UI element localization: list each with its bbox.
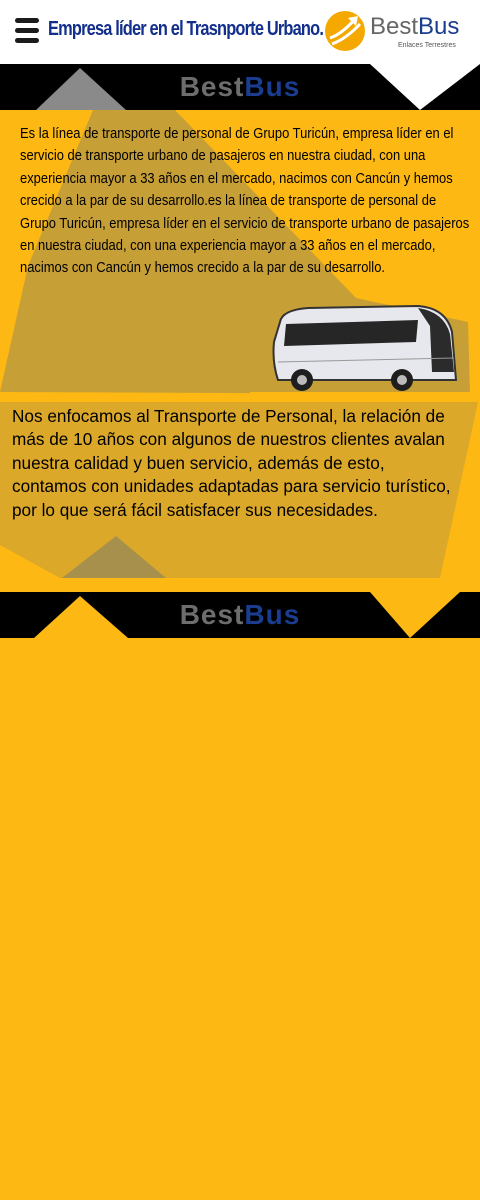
intro-paragraph: Es la línea de transporte de personal de… [20,126,470,277]
logo-emblem-icon [325,11,365,51]
logo-subtitle: Enlaces Terrestres [398,42,456,49]
hamburger-menu-icon[interactable] [15,18,39,44]
bestbus-logo[interactable]: BestBus Enlaces Terrestres [322,6,474,56]
section-band-2: BestBus [0,592,480,638]
bus-illustration [272,304,458,391]
logo-name-part2: Bus [418,13,460,40]
site-header: Empresa líder en el Trasnporte Urbano. B… [0,0,480,64]
band-title-2-part2: Bus [244,599,301,630]
services-paragraph: Nos enfocamos al Transporte de Personal,… [12,406,451,520]
band-title-2-part1: Best [179,599,245,630]
section-band-1: BestBus [0,64,480,110]
logo-name-part1: Best [370,13,419,40]
band-title-1-part2: Bus [244,71,301,102]
band-title-1: BestBus [0,64,480,110]
band-title-2: BestBus [0,592,480,638]
band-title-1-part1: Best [179,71,245,102]
logo-wordmark: BestBus [370,13,459,41]
header-tagline: Empresa líder en el Trasnporte Urbano. [48,18,324,40]
